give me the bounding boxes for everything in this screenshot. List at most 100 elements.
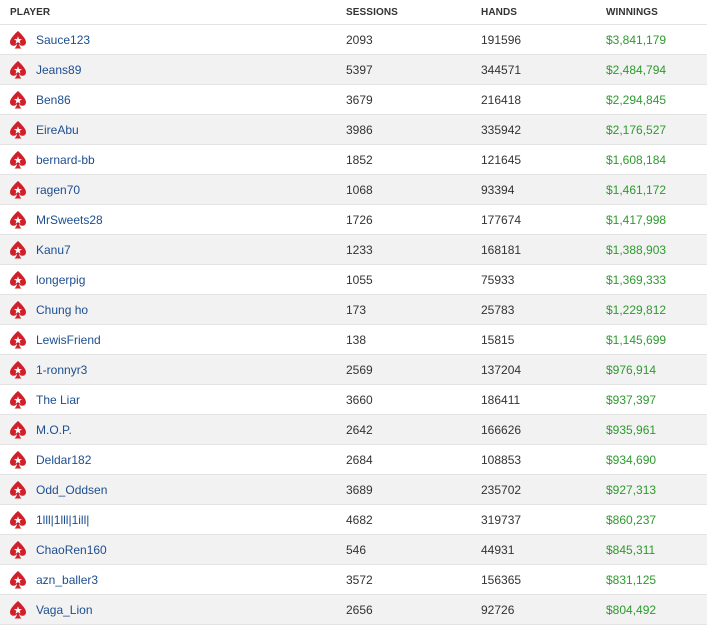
pokerstars-spade-icon <box>8 540 28 560</box>
sessions-cell: 2684 <box>346 452 373 467</box>
winnings-cell: $1,461,172 <box>606 182 667 197</box>
hands-cell: 344571 <box>481 62 522 77</box>
player-cell: LewisFriend <box>0 330 346 350</box>
pokerstars-spade-icon <box>8 600 28 620</box>
winnings-cell: $937,397 <box>606 392 657 407</box>
player-name-link[interactable]: Jeans89 <box>36 63 81 77</box>
pokerstars-spade-icon <box>8 480 28 500</box>
header-sessions[interactable]: SESSIONS <box>346 7 481 18</box>
winnings-cell: $3,841,179 <box>606 32 667 47</box>
player-name-link[interactable]: Ben86 <box>36 93 71 107</box>
sessions-cell: 5397 <box>346 62 373 77</box>
player-cell: Jeans89 <box>0 60 346 80</box>
table-row: LewisFriend 138 15815 $1,145,699 <box>0 324 707 354</box>
sessions-cell: 1726 <box>346 212 373 227</box>
table-row: EireAbu 3986 335942 $2,176,527 <box>0 114 707 144</box>
winnings-cell: $976,914 <box>606 362 657 377</box>
player-cell: longerpig <box>0 270 346 290</box>
player-name-link[interactable]: 1-ronnyr3 <box>36 363 87 377</box>
player-name-link[interactable]: ChaoRen160 <box>36 543 107 557</box>
player-name-link[interactable]: Deldar182 <box>36 453 91 467</box>
table-body: Sauce123 2093 191596 $3,841,179 Jeans89 5397 3… <box>0 24 707 625</box>
sessions-cell: 1852 <box>346 152 373 167</box>
hands-cell: 108853 <box>481 452 522 467</box>
table-row: M.O.P. 2642 166626 $935,961 <box>0 414 707 444</box>
winnings-cell: $1,608,184 <box>606 152 667 167</box>
header-player[interactable]: PLAYER <box>0 7 346 18</box>
winnings-cell: $927,313 <box>606 482 657 497</box>
winnings-cell: $1,145,699 <box>606 332 667 347</box>
sessions-cell: 173 <box>346 302 367 317</box>
leaderboard-table: PLAYER SESSIONS HANDS WINNINGS Sauce123 2… <box>0 0 707 625</box>
hands-cell: 75933 <box>481 272 515 287</box>
player-name-link[interactable]: M.O.P. <box>36 423 72 437</box>
header-winnings[interactable]: WINNINGS <box>606 7 707 18</box>
player-cell: ChaoRen160 <box>0 540 346 560</box>
table-row: Ben86 3679 216418 $2,294,845 <box>0 84 707 114</box>
sessions-cell: 1068 <box>346 182 373 197</box>
table-row: Sauce123 2093 191596 $3,841,179 <box>0 24 707 54</box>
hands-cell: 186411 <box>481 392 521 407</box>
pokerstars-spade-icon <box>8 60 28 80</box>
sessions-cell: 1233 <box>346 242 373 257</box>
player-cell: ragen70 <box>0 180 346 200</box>
hands-cell: 25783 <box>481 302 515 317</box>
table-row: azn_baller3 3572 156365 $831,125 <box>0 564 707 594</box>
player-cell: The Liar <box>0 390 346 410</box>
hands-cell: 216418 <box>481 92 522 107</box>
hands-cell: 92726 <box>481 602 515 617</box>
hands-cell: 235702 <box>481 482 522 497</box>
player-name-link[interactable]: EireAbu <box>36 123 79 137</box>
pokerstars-spade-icon <box>8 30 28 50</box>
table-row: Odd_Oddsen 3689 235702 $927,313 <box>0 474 707 504</box>
header-hands[interactable]: HANDS <box>481 7 606 18</box>
hands-cell: 93394 <box>481 182 515 197</box>
hands-cell: 191596 <box>481 32 522 47</box>
winnings-cell: $2,294,845 <box>606 92 667 107</box>
table-header: PLAYER SESSIONS HANDS WINNINGS <box>0 0 707 24</box>
winnings-cell: $1,229,812 <box>606 302 667 317</box>
sessions-cell: 2093 <box>346 32 373 47</box>
player-cell: Kanu7 <box>0 240 346 260</box>
player-name-link[interactable]: Chung ho <box>36 303 88 317</box>
pokerstars-spade-icon <box>8 210 28 230</box>
player-name-link[interactable]: Kanu7 <box>36 243 71 257</box>
winnings-cell: $1,369,333 <box>606 272 667 287</box>
player-name-link[interactable]: MrSweets28 <box>36 213 103 227</box>
winnings-cell: $2,176,527 <box>606 122 667 137</box>
table-row: bernard-bb 1852 121645 $1,608,184 <box>0 144 707 174</box>
pokerstars-spade-icon <box>8 390 28 410</box>
player-name-link[interactable]: azn_baller3 <box>36 573 98 587</box>
table-row: Deldar182 2684 108853 $934,690 <box>0 444 707 474</box>
player-cell: azn_baller3 <box>0 570 346 590</box>
pokerstars-spade-icon <box>8 270 28 290</box>
player-name-link[interactable]: Sauce123 <box>36 33 90 47</box>
player-name-link[interactable]: Odd_Oddsen <box>36 483 107 497</box>
player-cell: Deldar182 <box>0 450 346 470</box>
player-name-link[interactable]: ragen70 <box>36 183 80 197</box>
pokerstars-spade-icon <box>8 240 28 260</box>
player-name-link[interactable]: The Liar <box>36 393 80 407</box>
hands-cell: 177674 <box>481 212 522 227</box>
table-row: ragen70 1068 93394 $1,461,172 <box>0 174 707 204</box>
player-cell: MrSweets28 <box>0 210 346 230</box>
player-name-link[interactable]: LewisFriend <box>36 333 101 347</box>
hands-cell: 166626 <box>481 422 522 437</box>
winnings-cell: $831,125 <box>606 572 657 587</box>
sessions-cell: 3689 <box>346 482 373 497</box>
sessions-cell: 2642 <box>346 422 373 437</box>
winnings-cell: $934,690 <box>606 452 657 467</box>
winnings-cell: $804,492 <box>606 602 657 617</box>
pokerstars-spade-icon <box>8 420 28 440</box>
table-row: 1lll|1lll|1ill| 4682 319737 $860,237 <box>0 504 707 534</box>
player-name-link[interactable]: bernard-bb <box>36 153 95 167</box>
pokerstars-spade-icon <box>8 90 28 110</box>
pokerstars-spade-icon <box>8 330 28 350</box>
player-cell: M.O.P. <box>0 420 346 440</box>
player-name-link[interactable]: longerpig <box>36 273 85 287</box>
table-row: longerpig 1055 75933 $1,369,333 <box>0 264 707 294</box>
table-row: Jeans89 5397 344571 $2,484,794 <box>0 54 707 84</box>
player-name-link[interactable]: 1lll|1lll|1ill| <box>36 513 89 527</box>
player-name-link[interactable]: Vaga_Lion <box>36 603 93 617</box>
winnings-cell: $845,311 <box>606 542 656 557</box>
